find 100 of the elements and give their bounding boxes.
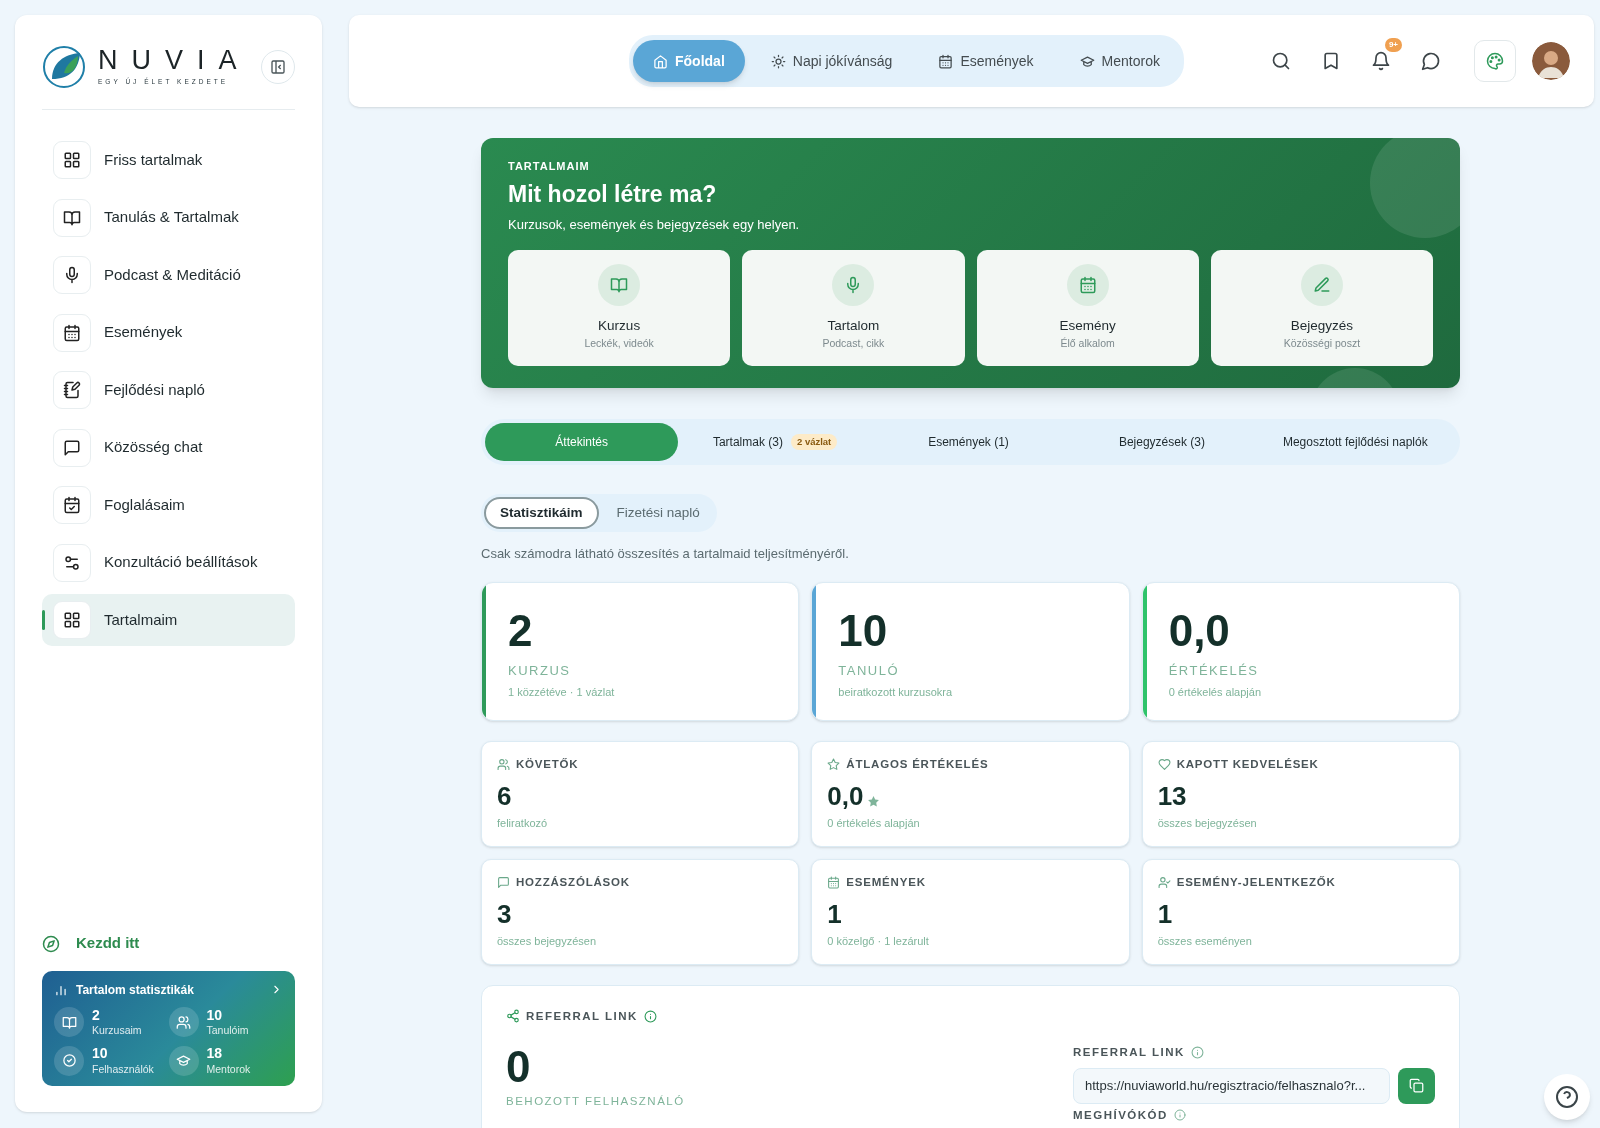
- sidebar-collapse-icon: [270, 59, 286, 75]
- stats-card-title: Tartalom statisztikák: [76, 981, 195, 999]
- users-icon: [497, 757, 510, 771]
- nav-tab[interactable]: Mentorok: [1059, 40, 1180, 82]
- graduation-cap-icon: [1079, 53, 1095, 69]
- create-option-card[interactable]: Tartalom Podcast, cikk: [742, 249, 965, 366]
- grid-icon: [63, 151, 81, 169]
- sidebar-item[interactable]: Foglalásaim: [42, 479, 295, 531]
- stat-card-label: ÁTLAGOS ÉRTÉKELÉS: [846, 756, 989, 772]
- stat-card-note: összes bejegyzésen: [497, 933, 598, 949]
- nav-tab[interactable]: Események: [918, 40, 1054, 82]
- stat-card-value: 1: [827, 898, 842, 929]
- option-title: Esemény: [1059, 316, 1116, 335]
- card-label: ÉRTÉKELÉS: [1168, 661, 1260, 680]
- stat-card-value: 1: [1157, 898, 1173, 929]
- tab[interactable]: Bejegyzések (3): [1065, 423, 1259, 461]
- user-check-icon: [1157, 875, 1171, 889]
- hero-subtitle: Kurzusok, események és bejegyzések egy helyen.: [508, 216, 801, 234]
- referral-link-field[interactable]: https://nuviaworld.hu/regisztracio/felhasznalo?r...: [1073, 1067, 1390, 1104]
- card-value: 10: [838, 604, 889, 657]
- sidebar-item[interactable]: Friss tartalmak: [42, 134, 295, 186]
- create-option-card[interactable]: Bejegyzés Közösségi poszt: [1210, 249, 1433, 366]
- option-subtitle: Közösségi poszt: [1283, 335, 1361, 351]
- create-option-card[interactable]: Esemény Élő alkalom: [976, 249, 1199, 366]
- card-label: KURZUS: [508, 661, 572, 680]
- sidebar-item[interactable]: Közösség chat: [42, 421, 295, 474]
- option-subtitle: Podcast, cikk: [822, 335, 885, 351]
- copy-icon: [1408, 1078, 1424, 1094]
- sidebar-item[interactable]: Fejlődési napló: [42, 364, 295, 416]
- stat-label: Tanulóim: [206, 1024, 249, 1038]
- tab[interactable]: Megosztott fejlődési naplók: [1258, 423, 1453, 461]
- field-label: REFERRAL LINK: [1073, 1044, 1185, 1060]
- book-icon: [63, 208, 81, 227]
- card-note: beiratkozott kurzusokra: [838, 685, 954, 700]
- stat-card-value: 3: [497, 898, 512, 929]
- microphone-icon: [63, 266, 81, 284]
- stat-value: 10: [206, 1006, 224, 1025]
- stat-label: Felhasználók: [92, 1062, 154, 1076]
- referral-count: 0: [506, 1042, 532, 1091]
- tab[interactable]: Tartalmak (3) 2 vázlat: [678, 423, 872, 461]
- notebook-icon: [63, 381, 81, 399]
- calendar-icon: [827, 875, 841, 889]
- palette-icon: [1486, 52, 1504, 70]
- stat-card-label: HOZZÁSZÓLÁSOK: [516, 874, 630, 890]
- logo-text: NUVIA: [98, 47, 251, 75]
- option-title: Tartalom: [827, 316, 880, 335]
- graduation-cap-icon: [176, 1053, 191, 1069]
- users-icon: [176, 1014, 191, 1030]
- stat-card-value: 6: [497, 780, 512, 811]
- sidebar-item[interactable]: Események: [42, 306, 295, 359]
- pen-icon: [1312, 275, 1331, 294]
- bookmark-icon: [1321, 51, 1341, 71]
- stat-value: 18: [206, 1045, 224, 1063]
- stat-card-label: KAPOTT KEDVELÉSEK: [1176, 756, 1319, 772]
- grid-icon: [63, 611, 81, 629]
- logo-icon: [42, 45, 86, 89]
- content-stats-card[interactable]: Tartalom statisztikák 2 Kurzusaim 10 Tanulóim 10 Felhasználók 18 Mentorok: [42, 970, 295, 1086]
- hero-eyebrow: TARTALMAIM: [508, 159, 591, 174]
- option-title: Kurzus: [598, 316, 641, 335]
- start-here-link[interactable]: Kezdd itt: [42, 932, 295, 955]
- book-icon: [610, 275, 629, 294]
- stat-card-label: ESEMÉNY-JELENTKEZŐK: [1176, 874, 1336, 890]
- stat-label: Mentorok: [206, 1062, 251, 1076]
- stat-card-note: összes eseményen: [1157, 933, 1253, 949]
- card-note: 0 értékelés alapján: [1168, 685, 1262, 700]
- help-button[interactable]: [1544, 1074, 1590, 1120]
- stat-label: Kurzusaim: [92, 1024, 142, 1038]
- hero-title: Mit hozol létre ma?: [508, 179, 718, 209]
- copy-button[interactable]: [1397, 1067, 1435, 1104]
- nav-tab[interactable]: Napi jókívánság: [750, 40, 913, 82]
- sliders-icon: [63, 553, 81, 572]
- avatar[interactable]: [1532, 42, 1570, 80]
- subtab[interactable]: Statisztikáim: [484, 497, 599, 529]
- calendar-icon: [1078, 275, 1097, 294]
- calendar-icon: [938, 53, 954, 69]
- notification-badge: 9+: [1384, 38, 1402, 52]
- search-icon: [1271, 51, 1291, 71]
- sidebar-item[interactable]: Tartalmaim: [42, 594, 295, 646]
- sidebar-item[interactable]: Konzultáció beállítások: [42, 536, 295, 589]
- info-icon: [1173, 1108, 1186, 1121]
- sidebar-item[interactable]: Tanulás & Tartalmak: [42, 191, 295, 244]
- check-circle-icon: [61, 1053, 77, 1069]
- sidebar-item[interactable]: Podcast & Meditáció: [42, 249, 295, 301]
- stat-card-note: feliratkozó: [497, 815, 549, 831]
- chat-icon: [1421, 51, 1441, 71]
- referral-count-label: BEHOZOTT FELHASZNÁLÓ: [506, 1093, 686, 1109]
- stat-card-label: ESEMÉNYEK: [846, 874, 926, 890]
- subtab[interactable]: Fizetési napló: [602, 497, 714, 529]
- share-icon: [506, 1009, 520, 1024]
- book-icon: [61, 1014, 77, 1030]
- option-title: Bejegyzés: [1290, 316, 1353, 335]
- star-icon: [827, 757, 841, 771]
- create-option-card[interactable]: Kurzus Leckék, videók: [508, 249, 731, 366]
- tab[interactable]: Áttekintés: [485, 423, 679, 461]
- theme-button[interactable]: [1474, 40, 1516, 82]
- chat-icon: [63, 438, 81, 457]
- compass-icon: [42, 934, 60, 953]
- tab[interactable]: Események (1): [871, 423, 1066, 461]
- field-label: MEGHÍVÓKÓD: [1073, 1107, 1168, 1122]
- heart-icon: [1157, 757, 1171, 771]
